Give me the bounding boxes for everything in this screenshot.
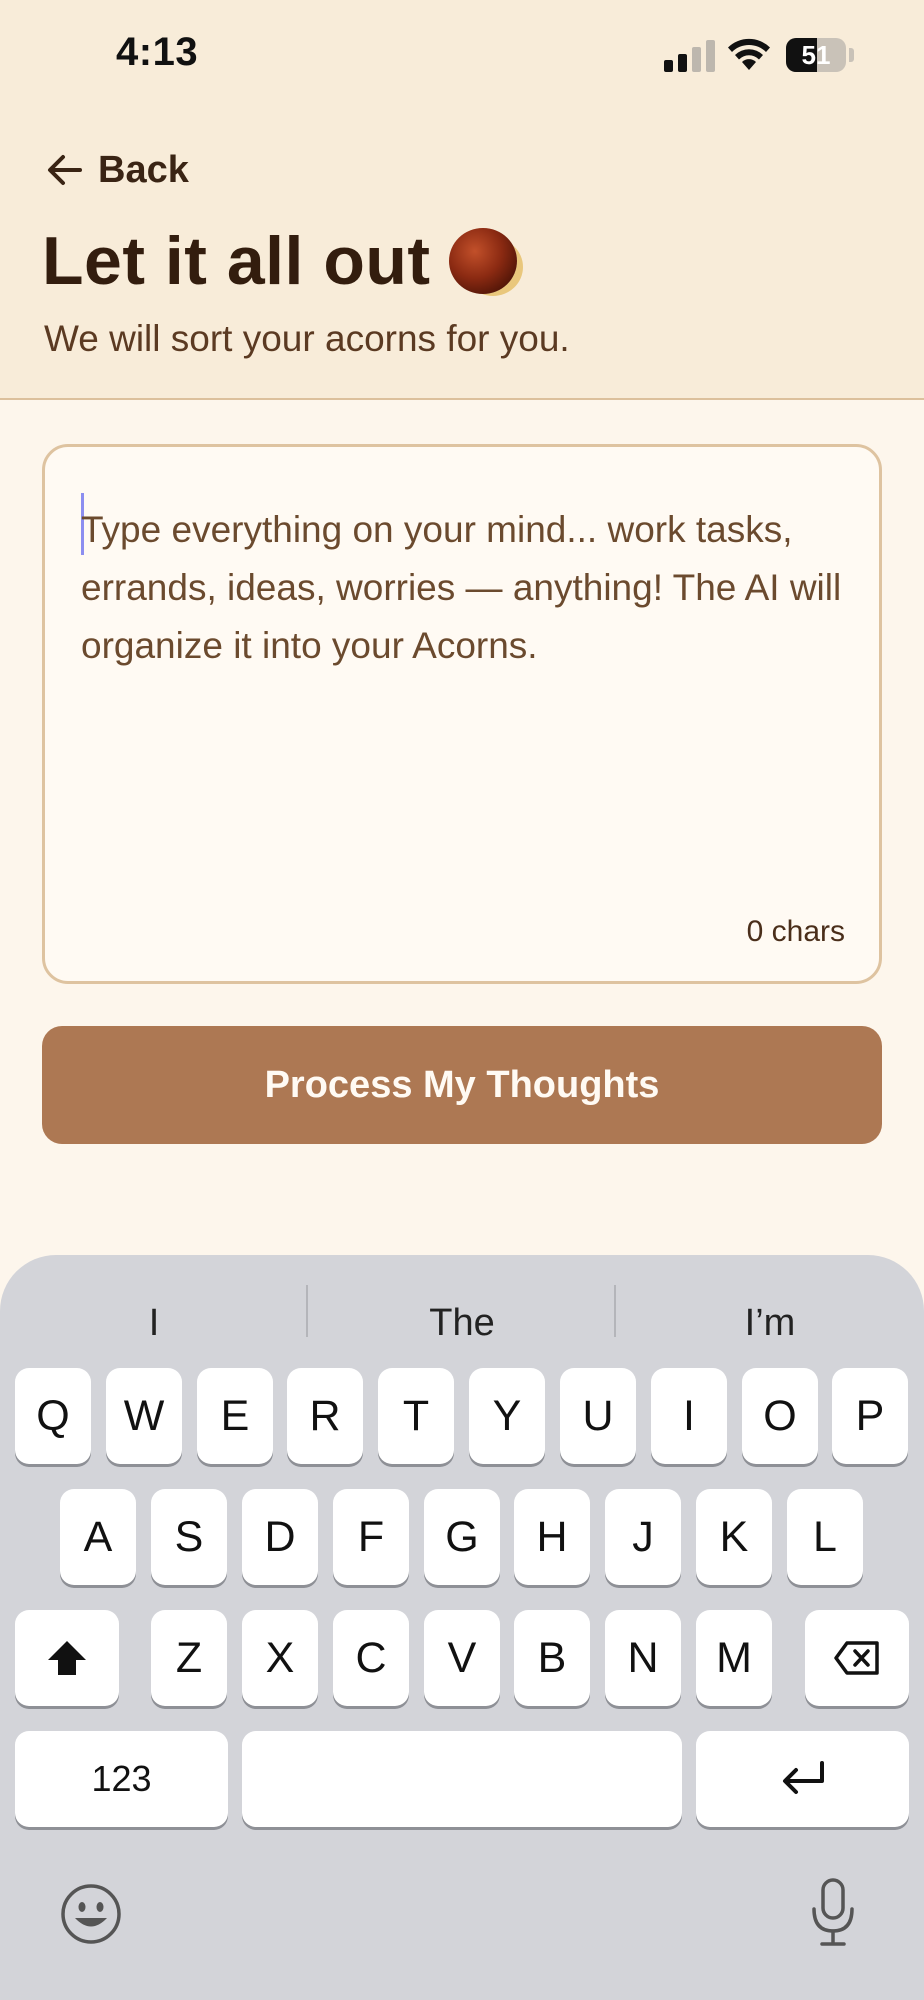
key-z[interactable]: Z [151, 1610, 227, 1706]
return-key[interactable] [696, 1731, 909, 1827]
cellular-signal-icon [664, 40, 715, 72]
key-e[interactable]: E [197, 1368, 273, 1464]
key-a[interactable]: A [60, 1489, 136, 1585]
suggestion-divider [306, 1285, 308, 1337]
key-f[interactable]: F [333, 1489, 409, 1585]
page-subtitle: We will sort your acorns for you. [44, 318, 570, 359]
wifi-icon [728, 38, 770, 70]
suggestion-3[interactable]: I’m [620, 1293, 920, 1353]
key-w[interactable]: W [106, 1368, 182, 1464]
back-label: Back [98, 148, 189, 191]
numbers-key[interactable]: 123 [15, 1731, 228, 1827]
key-c[interactable]: C [333, 1610, 409, 1706]
space-key[interactable] [242, 1731, 682, 1827]
key-g[interactable]: G [424, 1489, 500, 1585]
microphone-icon[interactable] [808, 1877, 858, 1949]
key-n[interactable]: N [605, 1610, 681, 1706]
key-y[interactable]: Y [469, 1368, 545, 1464]
key-q[interactable]: Q [15, 1368, 91, 1464]
battery-percent: 51 [801, 40, 831, 70]
suggestion-1[interactable]: I [4, 1293, 304, 1353]
title-row: Let it all out [42, 222, 517, 300]
key-j[interactable]: J [605, 1489, 681, 1585]
keyboard: I The I’m Q W E R T Y U I O P A S D F G … [0, 1255, 924, 2000]
back-button[interactable]: Back [46, 144, 189, 196]
key-x[interactable]: X [242, 1610, 318, 1706]
key-r[interactable]: R [287, 1368, 363, 1464]
thoughts-input[interactable]: Type everything on your mind... work tas… [42, 444, 882, 984]
return-icon [782, 1761, 824, 1794]
key-b[interactable]: B [514, 1610, 590, 1706]
key-s[interactable]: S [151, 1489, 227, 1585]
battery-tip [849, 48, 854, 62]
status-time: 4:13 [116, 30, 199, 74]
shift-icon [48, 1641, 86, 1675]
suggestion-2[interactable]: The [312, 1293, 612, 1353]
battery-icon: 51 [786, 38, 846, 72]
char-count: 0 chars [746, 915, 845, 948]
key-l[interactable]: L [787, 1489, 863, 1585]
key-d[interactable]: D [242, 1489, 318, 1585]
process-thoughts-button[interactable]: Process My Thoughts [42, 1026, 882, 1144]
key-o[interactable]: O [742, 1368, 818, 1464]
shift-key[interactable] [15, 1610, 119, 1706]
thoughts-input-placeholder: Type everything on your mind... work tas… [81, 509, 842, 666]
emoji-icon[interactable] [60, 1883, 122, 1945]
key-i[interactable]: I [651, 1368, 727, 1464]
acorn-icon [448, 228, 517, 294]
key-u[interactable]: U [560, 1368, 636, 1464]
key-p[interactable]: P [832, 1368, 908, 1464]
suggestion-divider [614, 1285, 616, 1337]
page-title: Let it all out [42, 223, 431, 299]
key-v[interactable]: V [424, 1610, 500, 1706]
key-m[interactable]: M [696, 1610, 772, 1706]
key-t[interactable]: T [378, 1368, 454, 1464]
key-k[interactable]: K [696, 1489, 772, 1585]
key-h[interactable]: H [514, 1489, 590, 1585]
arrow-left-icon [48, 155, 82, 185]
backspace-icon [834, 1641, 879, 1675]
backspace-key[interactable] [805, 1610, 909, 1706]
